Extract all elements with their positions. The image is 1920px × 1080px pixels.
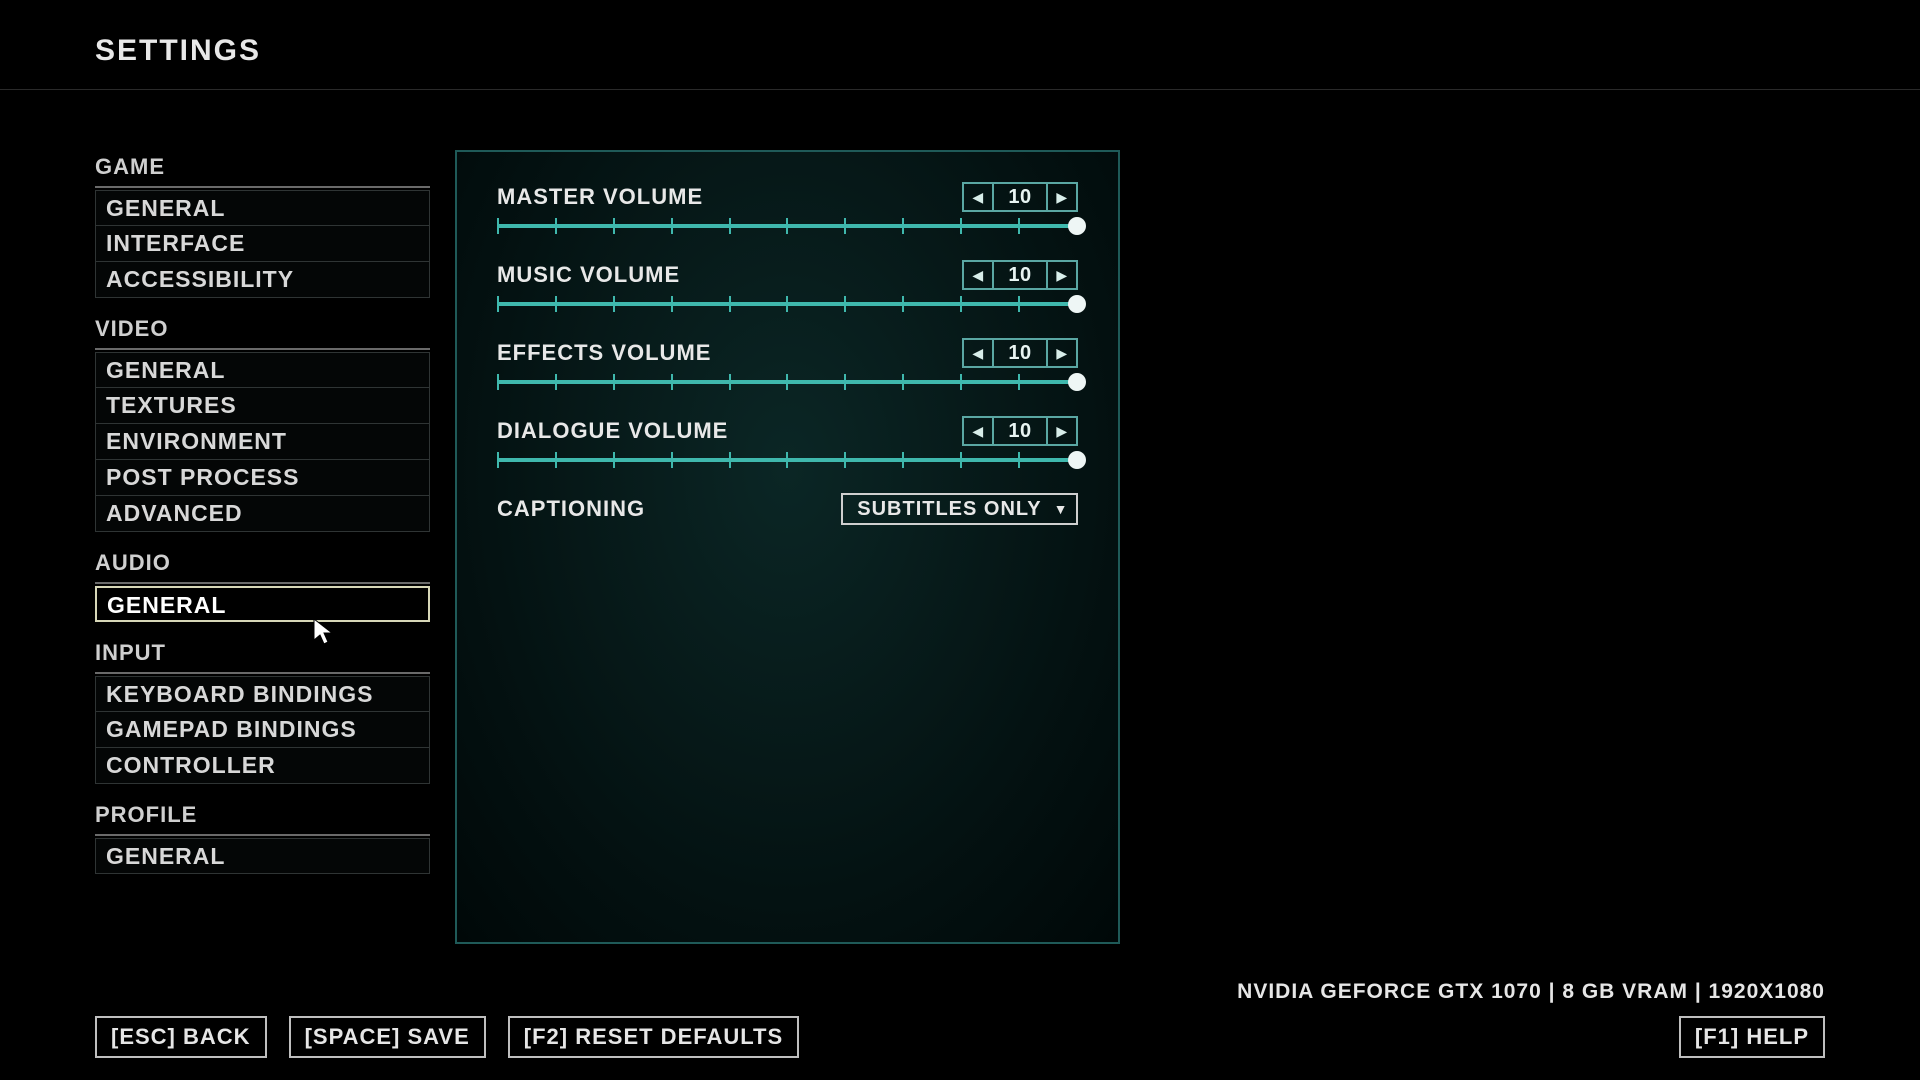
sidebar-item-game-accessibility[interactable]: ACCESSIBILITY (95, 262, 430, 298)
back-button[interactable]: [ESC] BACK (95, 1016, 267, 1058)
sidebar-item-input-controller[interactable]: CONTROLLER (95, 748, 430, 784)
slider-ticks (497, 374, 1078, 390)
option-row-captioning: CAPTIONING SUBTITLES ONLY ▼ (497, 492, 1078, 526)
save-button[interactable]: [SPACE] SAVE (289, 1016, 486, 1058)
stepper-master-volume[interactable]: ◀ 10 ▶ (962, 182, 1078, 212)
slider-handle[interactable] (1068, 217, 1086, 235)
chevron-down-icon: ▼ (1054, 501, 1068, 517)
sidebar-item-label: CONTROLLER (106, 752, 276, 778)
reset-button[interactable]: [F2] RESET DEFAULTS (508, 1016, 799, 1058)
page-title: SETTINGS (95, 34, 261, 68)
sidebar-item-label: GAMEPAD BINDINGS (106, 716, 357, 742)
stepper-effects-volume[interactable]: ◀ 10 ▶ (962, 338, 1078, 368)
option-label: MUSIC VOLUME (497, 262, 680, 288)
footer-right: [F1] HELP (1679, 1016, 1825, 1058)
option-label: EFFECTS VOLUME (497, 340, 711, 366)
settings-panel: MASTER VOLUME ◀ 10 ▶ MUSIC VOLUME ◀ 10 ▶… (455, 150, 1120, 944)
stepper-value: 10 (992, 340, 1048, 366)
slider-effects-volume[interactable] (497, 380, 1078, 384)
stepper-value: 10 (992, 184, 1048, 210)
sidebar-item-input-gamepad[interactable]: GAMEPAD BINDINGS (95, 712, 430, 748)
stepper-decrement-icon[interactable]: ◀ (964, 418, 992, 444)
stepper-dialogue-volume[interactable]: ◀ 10 ▶ (962, 416, 1078, 446)
stepper-increment-icon[interactable]: ▶ (1048, 418, 1076, 444)
slider-handle[interactable] (1068, 295, 1086, 313)
sidebar-item-label: ADVANCED (106, 500, 243, 526)
sidebar-item-profile-general[interactable]: GENERAL (95, 838, 430, 874)
sidebar-section-video: VIDEO (95, 312, 430, 350)
sidebar-item-game-general[interactable]: GENERAL (95, 190, 430, 226)
slider-master-volume[interactable] (497, 224, 1078, 228)
sidebar-item-label: GENERAL (107, 592, 226, 618)
sidebar-item-input-keyboard[interactable]: KEYBOARD BINDINGS (95, 676, 430, 712)
sidebar-item-label: ENVIRONMENT (106, 428, 287, 454)
sidebar-item-label: ACCESSIBILITY (106, 266, 294, 292)
dropdown-value: SUBTITLES ONLY (857, 498, 1041, 521)
option-row-master-volume: MASTER VOLUME ◀ 10 ▶ (497, 180, 1078, 214)
sidebar-section-profile: PROFILE (95, 798, 430, 836)
sidebar-item-label: KEYBOARD BINDINGS (106, 681, 373, 707)
sidebar-section-audio: AUDIO (95, 546, 430, 584)
sidebar-item-label: GENERAL (106, 357, 225, 383)
stepper-increment-icon[interactable]: ▶ (1048, 262, 1076, 288)
sidebar-section-input: INPUT (95, 636, 430, 674)
option-row-effects-volume: EFFECTS VOLUME ◀ 10 ▶ (497, 336, 1078, 370)
footer: [ESC] BACK [SPACE] SAVE [F2] RESET DEFAU… (0, 990, 1920, 1080)
slider-music-volume[interactable] (497, 302, 1078, 306)
option-row-music-volume: MUSIC VOLUME ◀ 10 ▶ (497, 258, 1078, 292)
sidebar-item-video-textures[interactable]: TEXTURES (95, 388, 430, 424)
sidebar-item-video-advanced[interactable]: ADVANCED (95, 496, 430, 532)
stepper-value: 10 (992, 418, 1048, 444)
option-row-dialogue-volume: DIALOGUE VOLUME ◀ 10 ▶ (497, 414, 1078, 448)
footer-left: [ESC] BACK [SPACE] SAVE [F2] RESET DEFAU… (95, 1016, 799, 1058)
slider-ticks (497, 452, 1078, 468)
slider-ticks (497, 296, 1078, 312)
stepper-decrement-icon[interactable]: ◀ (964, 262, 992, 288)
sidebar-item-label: INTERFACE (106, 230, 245, 256)
sidebar-item-game-interface[interactable]: INTERFACE (95, 226, 430, 262)
slider-dialogue-volume[interactable] (497, 458, 1078, 462)
sidebar-item-video-environment[interactable]: ENVIRONMENT (95, 424, 430, 460)
sidebar: GAME GENERAL INTERFACE ACCESSIBILITY VID… (95, 150, 430, 874)
slider-ticks (497, 218, 1078, 234)
stepper-increment-icon[interactable]: ▶ (1048, 184, 1076, 210)
slider-handle[interactable] (1068, 373, 1086, 391)
option-label: CAPTIONING (497, 496, 645, 522)
sidebar-item-audio-general[interactable]: GENERAL (95, 586, 430, 622)
sidebar-item-label: GENERAL (106, 843, 225, 869)
sidebar-item-label: POST PROCESS (106, 464, 299, 490)
top-bar: SETTINGS (0, 0, 1920, 90)
stepper-music-volume[interactable]: ◀ 10 ▶ (962, 260, 1078, 290)
option-label: DIALOGUE VOLUME (497, 418, 728, 444)
sidebar-item-video-postprocess[interactable]: POST PROCESS (95, 460, 430, 496)
stepper-decrement-icon[interactable]: ◀ (964, 184, 992, 210)
stepper-decrement-icon[interactable]: ◀ (964, 340, 992, 366)
slider-handle[interactable] (1068, 451, 1086, 469)
dropdown-captioning[interactable]: SUBTITLES ONLY ▼ (841, 493, 1078, 525)
stepper-increment-icon[interactable]: ▶ (1048, 340, 1076, 366)
sidebar-item-label: GENERAL (106, 195, 225, 221)
option-label: MASTER VOLUME (497, 184, 703, 210)
help-button[interactable]: [F1] HELP (1679, 1016, 1825, 1058)
sidebar-item-video-general[interactable]: GENERAL (95, 352, 430, 388)
sidebar-item-label: TEXTURES (106, 392, 237, 418)
stepper-value: 10 (992, 262, 1048, 288)
sidebar-section-game: GAME (95, 150, 430, 188)
